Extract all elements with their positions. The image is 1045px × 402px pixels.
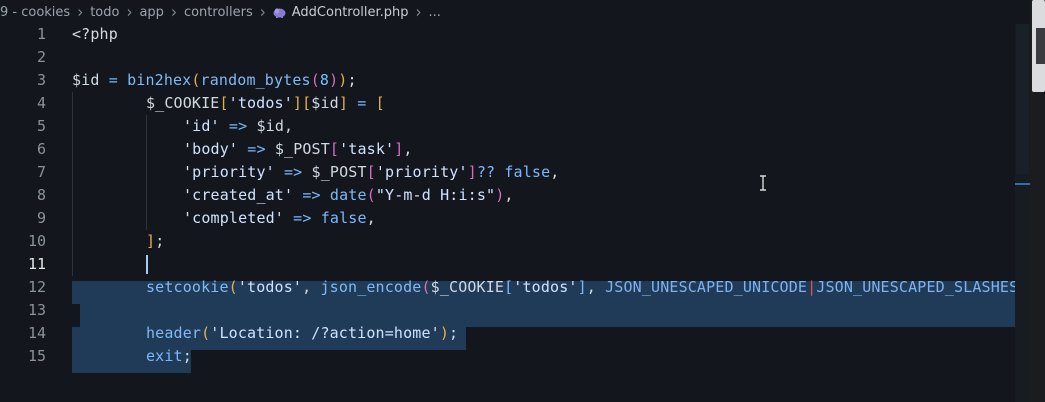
breadcrumb-separator: › [415, 2, 422, 22]
breadcrumb-item-controllers[interactable]: controllers [184, 5, 253, 20]
external-window-thumbnail-detail [1036, 28, 1045, 64]
line-code: 'created_at' => date("Y-m-d H:i:s"), [183, 186, 514, 204]
indent-guide [146, 115, 147, 138]
line-code: 'completed' => false, [183, 209, 376, 227]
indent-guide [146, 138, 147, 161]
line-code: $id = bin2hex(random_bytes(8)); [72, 71, 357, 89]
line-number: 8 [36, 186, 46, 204]
code-line: 2 [0, 46, 1030, 69]
code-line: 7 'priority' => $_POST['priority']?? fal… [0, 161, 1030, 184]
line-number: 9 [36, 209, 46, 227]
breadcrumb-separator: › [126, 2, 133, 22]
code-line-active: 11 [0, 253, 1030, 276]
breadcrumb-separator: › [259, 2, 266, 22]
indent-guide [72, 253, 73, 276]
breadcrumb-separator: › [77, 2, 84, 22]
indent-guide [72, 184, 73, 207]
line-number: 7 [36, 163, 46, 181]
indent-guide [146, 207, 147, 230]
code-line: 15 exit; [0, 345, 1030, 368]
line-number: 13 [27, 301, 46, 319]
line-number: 15 [27, 347, 46, 365]
code-line: 3 $id = bin2hex(random_bytes(8)); [0, 69, 1030, 92]
line-code: setcookie('todos', json_encode($_COOKIE[… [146, 278, 1027, 296]
code-line: 10 ]; [0, 230, 1030, 253]
breadcrumb-ellipsis[interactable]: ... [429, 5, 441, 20]
line-number: 12 [27, 278, 46, 296]
line-code: 'body' => $_POST['task'], [183, 140, 413, 158]
indent-guide [72, 138, 73, 161]
line-number: 2 [36, 48, 46, 66]
indent-guide [72, 207, 73, 230]
line-number: 11 [27, 255, 46, 273]
overview-ruler [1016, 24, 1029, 174]
indent-guide [72, 92, 73, 115]
line-code: 'priority' => $_POST['priority']?? false… [183, 163, 560, 181]
code-line: 5 'id' => $id, [0, 115, 1030, 138]
code-line: 12 setcookie('todos', json_encode($_COOK… [0, 276, 1030, 299]
line-number: 3 [36, 71, 46, 89]
line-code: 'id' => $id, [183, 117, 294, 135]
line-number: 1 [36, 25, 46, 43]
breadcrumb-item-folder[interactable]: 9 - cookies [0, 5, 70, 20]
code-line: 4 $_COOKIE['todos'][$id] = [ [0, 92, 1030, 115]
breadcrumb: 9 - cookies › todo › app › controllers ›… [0, 0, 1030, 24]
line-number: 5 [36, 117, 46, 135]
line-code: $_COOKIE['todos'][$id] = [ [146, 94, 385, 112]
line-number: 10 [27, 232, 46, 250]
breadcrumb-separator: › [170, 2, 177, 22]
indent-guide [72, 230, 73, 253]
breadcrumb-item-app[interactable]: app [139, 5, 163, 20]
code-line: 14 header('Location: /?action=home'); [0, 322, 1030, 345]
indent-guide [146, 161, 147, 184]
line-code: header('Location: /?action=home'); [146, 324, 459, 342]
line-number: 6 [36, 140, 46, 158]
code-line: 1 <?php [0, 23, 1030, 46]
code-line: 9 'completed' => false, [0, 207, 1030, 230]
breadcrumb-item-file[interactable]: AddController.php [292, 5, 409, 20]
code-line: 8 'created_at' => date("Y-m-d H:i:s"), [0, 184, 1030, 207]
text-caret [146, 255, 148, 274]
code-line: 13 [0, 299, 1030, 322]
breadcrumb-item-todo[interactable]: todo [90, 5, 119, 20]
scrollbar-cursor-marker [1015, 183, 1030, 185]
indent-guide [72, 161, 73, 184]
line-code: ]; [146, 232, 165, 250]
code-line: 6 'body' => $_POST['task'], [0, 138, 1030, 161]
line-number: 4 [36, 94, 46, 112]
indent-guide [72, 115, 73, 138]
line-code: exit; [146, 347, 192, 365]
php-elephant-icon [273, 6, 286, 19]
code-editor[interactable]: 9 - cookies › todo › app › controllers ›… [0, 0, 1030, 402]
line-code: <?php [72, 25, 118, 43]
text-cursor-icon [760, 175, 766, 191]
line-number: 14 [27, 324, 46, 342]
indent-guide [146, 184, 147, 207]
